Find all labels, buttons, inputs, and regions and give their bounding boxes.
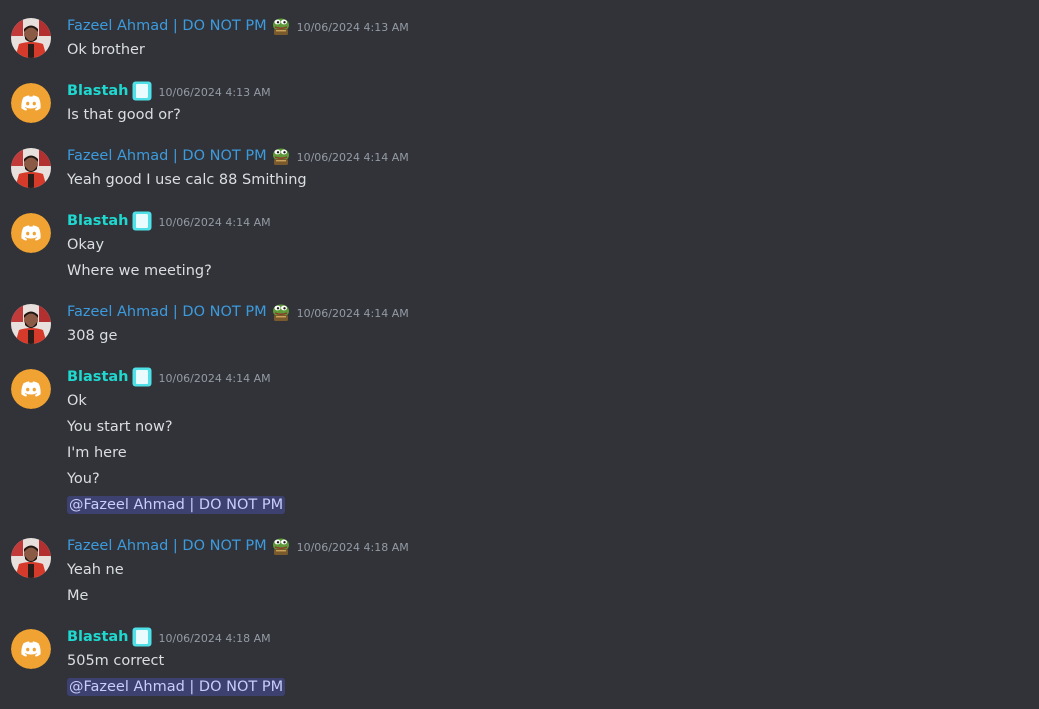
username[interactable]: Blastah	[67, 83, 128, 99]
username[interactable]: Blastah	[67, 629, 128, 645]
user-avatar[interactable]	[11, 18, 51, 58]
app-tag-icon	[132, 81, 152, 101]
message-header: Blastah 10/06/2024 4:13 AM	[67, 81, 271, 101]
pepe-emoji-icon	[271, 536, 291, 556]
message-header: Blastah 10/06/2024 4:14 AM	[67, 211, 271, 231]
timestamp[interactable]: 10/06/2024 4:18 AM	[297, 541, 409, 554]
pepe-emoji-icon	[271, 146, 291, 166]
discord-logo-avatar[interactable]	[11, 83, 51, 123]
message-text: 505m correct	[67, 653, 165, 669]
message-header: Fazeel Ahmad | DO NOT PM 10/06/2024 4:18 …	[67, 536, 409, 556]
timestamp[interactable]: 10/06/2024 4:13 AM	[158, 86, 270, 99]
username[interactable]: Fazeel Ahmad | DO NOT PM	[67, 18, 267, 34]
username[interactable]: Fazeel Ahmad | DO NOT PM	[67, 538, 267, 554]
message-text: I'm here	[67, 445, 127, 461]
username[interactable]: Blastah	[67, 369, 128, 385]
pepe-emoji-icon	[271, 16, 291, 36]
user-mention[interactable]: @Fazeel Ahmad | DO NOT PM	[67, 496, 286, 514]
app-tag-icon	[132, 211, 152, 231]
message-header: Blastah 10/06/2024 4:18 AM	[67, 627, 271, 647]
timestamp[interactable]: 10/06/2024 4:14 AM	[158, 372, 270, 385]
app-tag-icon	[132, 367, 152, 387]
timestamp[interactable]: 10/06/2024 4:14 AM	[297, 307, 409, 320]
message-header: Fazeel Ahmad | DO NOT PM 10/06/2024 4:13 …	[67, 16, 409, 36]
message-text: You start now?	[67, 419, 173, 435]
username[interactable]: Fazeel Ahmad | DO NOT PM	[67, 304, 267, 320]
message-text: Where we meeting?	[67, 263, 212, 279]
discord-logo-avatar[interactable]	[11, 213, 51, 253]
message-text: 308 ge	[67, 328, 118, 344]
message-text: Okay	[67, 237, 105, 253]
chat-message-list: Fazeel Ahmad | DO NOT PM 10/06/2024 4:13 …	[0, 0, 1039, 709]
message-header: Fazeel Ahmad | DO NOT PM 10/06/2024 4:14 …	[67, 302, 409, 322]
username[interactable]: Blastah	[67, 213, 128, 229]
timestamp[interactable]: 10/06/2024 4:14 AM	[158, 216, 270, 229]
discord-logo-avatar[interactable]	[11, 369, 51, 409]
message-text: @Fazeel Ahmad | DO NOT PM	[67, 677, 286, 697]
user-avatar[interactable]	[11, 304, 51, 344]
message-text: Yeah good I use calc 88 Smithing	[67, 172, 307, 188]
message-text: Me	[67, 588, 89, 604]
message-text: Ok brother	[67, 42, 145, 58]
discord-logo-avatar[interactable]	[11, 629, 51, 669]
message-text: Yeah ne	[67, 562, 124, 578]
timestamp[interactable]: 10/06/2024 4:14 AM	[297, 151, 409, 164]
message-header: Fazeel Ahmad | DO NOT PM 10/06/2024 4:14 …	[67, 146, 409, 166]
timestamp[interactable]: 10/06/2024 4:13 AM	[297, 21, 409, 34]
pepe-emoji-icon	[271, 302, 291, 322]
username[interactable]: Fazeel Ahmad | DO NOT PM	[67, 148, 267, 164]
app-tag-icon	[132, 627, 152, 647]
message-text: Ok	[67, 393, 87, 409]
message-header: Blastah 10/06/2024 4:14 AM	[67, 367, 271, 387]
message-text: You?	[67, 471, 100, 487]
user-avatar[interactable]	[11, 148, 51, 188]
user-mention[interactable]: @Fazeel Ahmad | DO NOT PM	[67, 678, 286, 696]
user-avatar[interactable]	[11, 538, 51, 578]
message-text: Is that good or?	[67, 107, 181, 123]
timestamp[interactable]: 10/06/2024 4:18 AM	[158, 632, 270, 645]
message-text: @Fazeel Ahmad | DO NOT PM	[67, 495, 286, 515]
